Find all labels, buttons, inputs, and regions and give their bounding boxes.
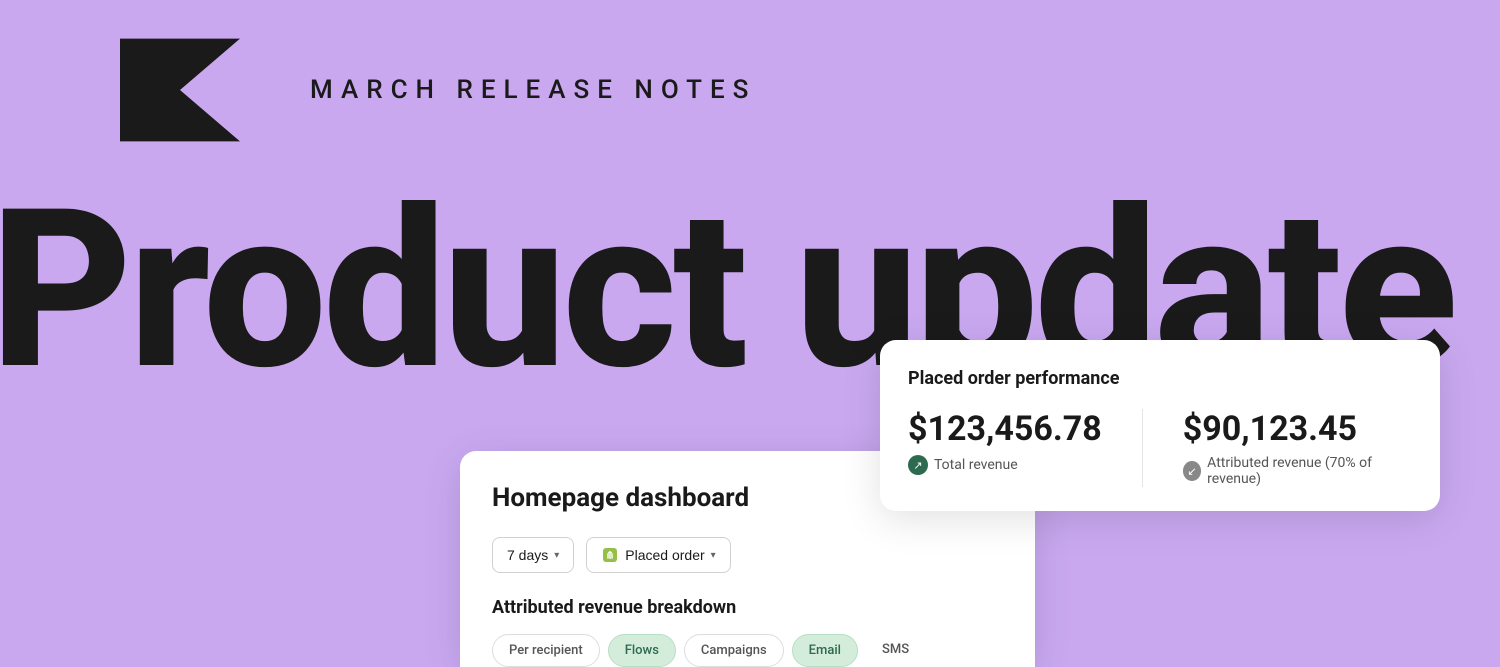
klaviyo-logo — [80, 30, 280, 150]
filter-row: 7 days ▾ Placed order ▾ — [492, 537, 1003, 573]
total-revenue-label: Total revenue — [934, 457, 1018, 473]
metrics-row: $123,456.78 ↗ Total revenue $90,123.45 ↙… — [908, 409, 1412, 487]
section-label: Attributed revenue breakdown — [492, 597, 1003, 618]
days-chevron-icon: ▾ — [554, 550, 559, 561]
total-revenue-label-row: ↗ Total revenue — [908, 455, 1102, 475]
attributed-revenue-metric: $90,123.45 ↙ Attributed revenue (70% of … — [1183, 409, 1412, 487]
breakdown-tabs: Per recipient Flows Campaigns Email SMS — [492, 634, 1003, 667]
attributed-revenue-label: Attributed revenue (70% of revenue) — [1207, 455, 1412, 487]
header: MARCH RELEASE NOTES — [80, 30, 756, 150]
performance-card: Placed order performance $123,456.78 ↗ T… — [880, 340, 1440, 511]
attributed-revenue-icon: ↙ — [1183, 461, 1201, 481]
event-filter-label: Placed order — [625, 547, 704, 563]
metric-divider — [1142, 409, 1143, 487]
attributed-revenue-value: $90,123.45 — [1183, 409, 1412, 449]
event-chevron-icon: ▾ — [711, 550, 716, 561]
tab-campaigns[interactable]: Campaigns — [684, 634, 784, 667]
tab-sms[interactable]: SMS — [866, 634, 925, 667]
tab-email[interactable]: Email — [792, 634, 858, 667]
total-revenue-value: $123,456.78 — [908, 409, 1102, 449]
attributed-revenue-label-row: ↙ Attributed revenue (70% of revenue) — [1183, 455, 1412, 487]
performance-title: Placed order performance — [908, 368, 1412, 389]
days-filter-button[interactable]: 7 days ▾ — [492, 537, 574, 573]
shopify-icon — [601, 546, 619, 564]
total-revenue-metric: $123,456.78 ↗ Total revenue — [908, 409, 1102, 487]
tab-flows[interactable]: Flows — [608, 634, 676, 667]
release-title: MARCH RELEASE NOTES — [310, 75, 756, 105]
event-filter-button[interactable]: Placed order ▾ — [586, 537, 730, 573]
tab-per-recipient[interactable]: Per recipient — [492, 634, 600, 667]
total-revenue-icon: ↗ — [908, 455, 928, 475]
days-filter-label: 7 days — [507, 547, 548, 563]
